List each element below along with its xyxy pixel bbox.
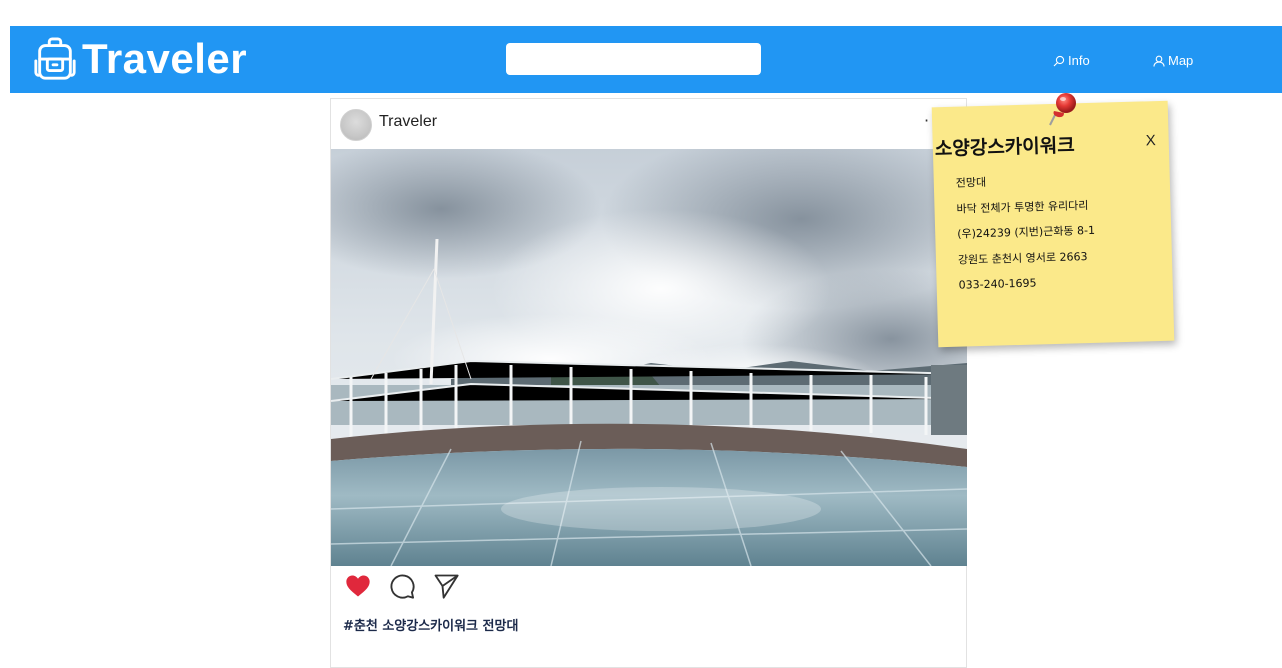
- nav-map-label: Map: [1168, 53, 1194, 68]
- app-name: Traveler: [82, 35, 248, 82]
- pushpin-icon: [1049, 93, 1076, 126]
- send-icon: [434, 574, 459, 599]
- app-logo[interactable]: Traveler: [32, 34, 247, 84]
- note-title: 소양강스카이워크: [934, 134, 1075, 161]
- post-photo[interactable]: [331, 149, 967, 566]
- search-input[interactable]: [506, 43, 761, 75]
- nav-info-label: Info: [1068, 53, 1090, 68]
- avatar[interactable]: [340, 109, 372, 141]
- post-header: Traveler ·: [331, 99, 966, 149]
- post-actions: [343, 571, 475, 601]
- more-options-button[interactable]: ·: [924, 111, 929, 130]
- post-caption[interactable]: #춘천 소양강스카이워크 전망대: [343, 615, 518, 634]
- nav-map-link[interactable]: Map: [1153, 53, 1193, 68]
- backpack-icon: [34, 37, 76, 80]
- info-sticky-note: 소양강스카이워크 X 전망대 바닥 전체가 투명한 유리다리 (우)24239 …: [931, 100, 1175, 348]
- note-description: 바닥 전체가 투명한 유리다리: [956, 198, 1089, 216]
- nav-info-link[interactable]: Info: [1053, 53, 1090, 68]
- note-postal-address: (우)24239 (지번)근화동 8-1: [957, 223, 1096, 241]
- comment-icon: [390, 574, 415, 599]
- post-card: Traveler · #춘천 소양강스카이워크 전망대: [330, 98, 967, 668]
- note-category: 전망대: [955, 175, 987, 190]
- note-road-address: 강원도 춘천시 영서로 2663: [957, 249, 1088, 267]
- comment-button[interactable]: [387, 571, 417, 601]
- post-username[interactable]: Traveler: [379, 113, 437, 131]
- heart-icon: [346, 575, 370, 597]
- search-icon: [1053, 55, 1065, 66]
- note-phone: 033-240-1695: [958, 276, 1037, 292]
- share-button[interactable]: [431, 571, 461, 601]
- like-button[interactable]: [343, 571, 373, 601]
- close-button[interactable]: X: [1145, 132, 1155, 149]
- person-icon: [1153, 55, 1165, 67]
- skywalk-photo: [331, 149, 967, 566]
- note-details: 전망대 바닥 전체가 투명한 유리다리 (우)24239 (지번)근화동 8-1…: [956, 173, 1097, 304]
- top-navbar: Traveler Info Map: [10, 26, 1282, 93]
